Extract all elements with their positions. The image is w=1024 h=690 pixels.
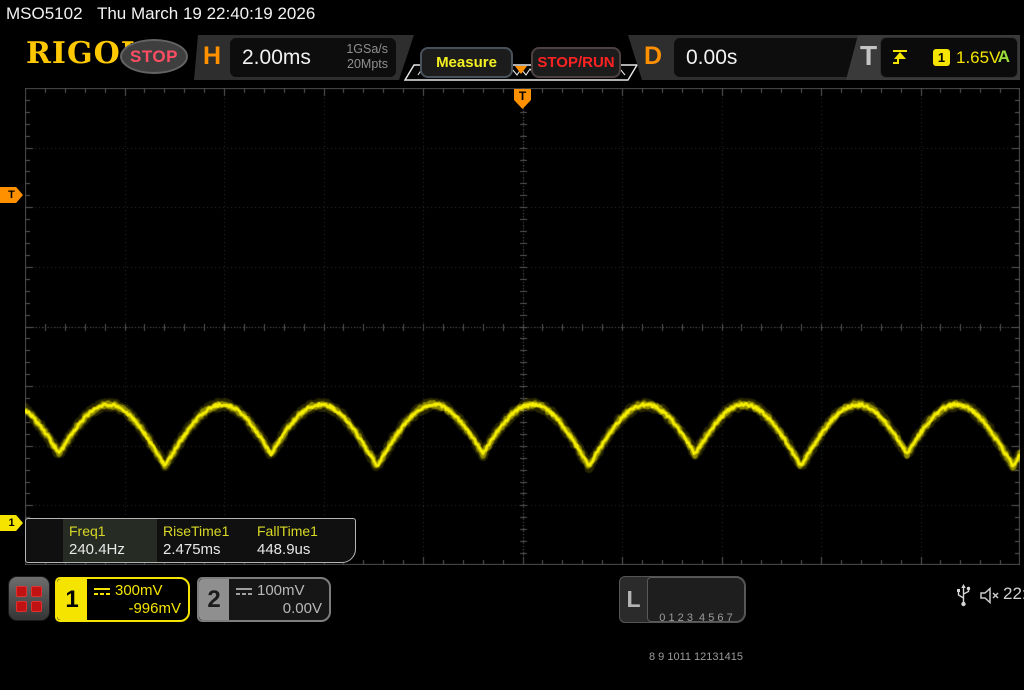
header-bar: RIGOL STOP H 2.00ms 1GSa/s 20Mpts Measur… xyxy=(0,30,1024,82)
acquisition-info: 1GSa/s 20Mpts xyxy=(346,42,388,72)
measurement-value: 240.4Hz xyxy=(69,541,125,558)
delay-value: 0.00s xyxy=(686,46,738,69)
graticule-canvas[interactable] xyxy=(25,88,1020,565)
menu-grid-button[interactable] xyxy=(8,576,50,621)
dc-coupling-icon xyxy=(236,587,252,595)
measurement-box-spacer xyxy=(26,519,63,562)
grid-square xyxy=(16,600,27,612)
channel2-scale: 100mV xyxy=(257,582,305,599)
speaker-muted-icon xyxy=(980,587,999,604)
digital-channel-list: 0 1 2 3 4 5 6 7 8 9 1011 12131415 xyxy=(647,577,745,663)
memory-depth: 20Mpts xyxy=(347,57,388,71)
measurement-results-box: Freq1 240.4Hz RiseTime1 2.475ms FallTime… xyxy=(25,518,356,563)
trigger-source-badge: 1 xyxy=(933,49,950,66)
measurement-label: FallTime1 xyxy=(257,523,318,539)
timebase-value: 2.00ms xyxy=(242,46,311,69)
measurement-label: Freq1 xyxy=(69,523,106,539)
trigger-key: T xyxy=(860,40,878,71)
measurement-item-risetime[interactable]: RiseTime1 2.475ms xyxy=(157,519,251,562)
horizontal-key: H xyxy=(203,42,222,70)
channel1-ground-marker[interactable]: 1 xyxy=(0,515,23,531)
trigger-level-marker[interactable]: T xyxy=(0,187,23,203)
channel2-number: 2 xyxy=(199,579,229,620)
channel1-offset: -996mV xyxy=(128,600,181,617)
channel1-scale: 300mV xyxy=(115,582,163,599)
clock: 22:40 xyxy=(1003,584,1024,603)
horizontal-inner: 2.00ms 1GSa/s 20Mpts xyxy=(230,38,396,77)
sample-rate: 1GSa/s xyxy=(346,42,388,56)
measurement-label: RiseTime1 xyxy=(163,523,230,539)
channel2-values: 100mV 0.00V xyxy=(229,579,329,620)
channel1-block[interactable]: 1 300mV -996mV xyxy=(55,577,190,622)
trigger-level-value: 1.65V xyxy=(956,48,1001,67)
delay-key: D xyxy=(644,42,663,70)
datetime: Thu March 19 22:40:19 2026 xyxy=(96,4,316,23)
digital-row1: 0 1 2 3 4 5 6 7 xyxy=(659,612,733,624)
horizontal-panel[interactable]: H 2.00ms 1GSa/s 20Mpts xyxy=(194,35,414,80)
trigger-inner: 1 1.65V A xyxy=(880,37,1018,78)
measurement-value: 2.475ms xyxy=(163,541,221,558)
trigger-mode: A xyxy=(997,47,1010,66)
grid-square xyxy=(31,600,42,612)
measure-button[interactable]: Measure xyxy=(420,47,513,78)
measurement-item-falltime[interactable]: FallTime1 448.9us xyxy=(251,519,345,562)
model-name: MSO5102 xyxy=(6,4,83,23)
stop-run-button[interactable]: STOP/RUN xyxy=(531,47,621,78)
measurement-value: 448.9us xyxy=(257,541,311,558)
run-state-badge: STOP xyxy=(120,39,188,74)
bottom-status-bar: 1 300mV -996mV 2 100mV 0.00V L 0 1 2 3 4… xyxy=(0,570,1024,663)
digital-row2: 8 9 1011 12131415 xyxy=(649,651,743,663)
grid-square xyxy=(31,585,42,597)
trigger-edge-icon xyxy=(893,50,907,64)
channel2-offset: 0.00V xyxy=(282,600,322,617)
digital-channels-block[interactable]: L 0 1 2 3 4 5 6 7 8 9 1011 12131415 xyxy=(619,576,746,663)
channel1-number: 1 xyxy=(57,579,87,620)
dc-coupling-icon xyxy=(94,587,110,595)
usb-icon xyxy=(957,584,971,607)
top-info-bar: MSO5102 Thu March 19 22:40:19 2026 xyxy=(0,0,1024,30)
trigger-panel[interactable]: T 1 1.65V A xyxy=(846,35,1020,80)
channel1-values: 300mV -996mV xyxy=(87,579,188,620)
channel2-block[interactable]: 2 100mV 0.00V xyxy=(197,577,331,622)
measurement-item-freq[interactable]: Freq1 240.4Hz xyxy=(63,519,157,562)
digital-key: L xyxy=(626,586,641,612)
grid-square xyxy=(16,585,27,597)
